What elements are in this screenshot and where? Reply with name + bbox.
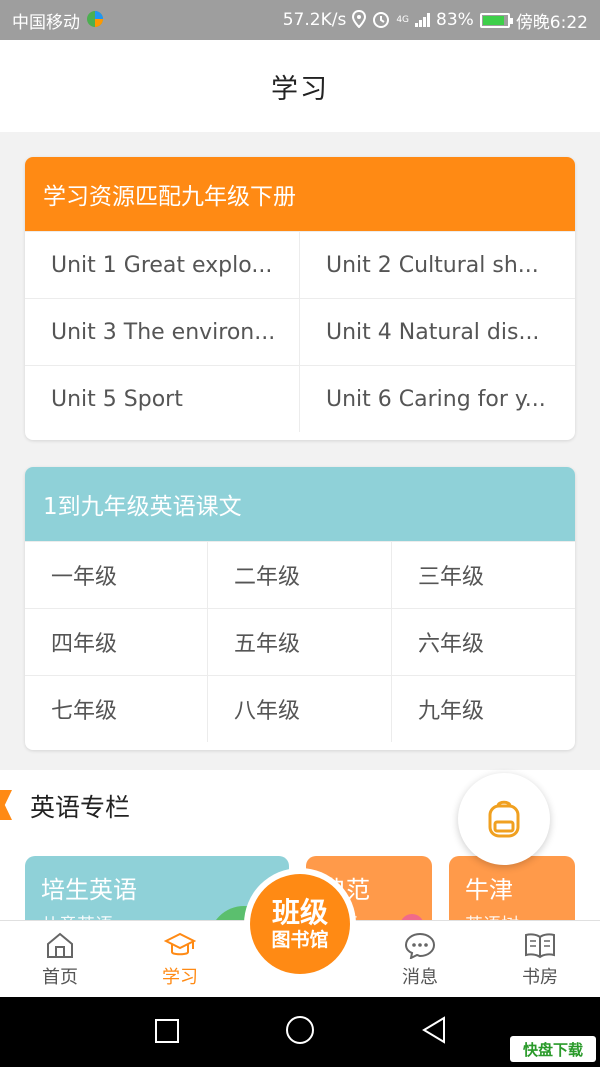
tile-subtitle: 英语树 — [465, 911, 559, 920]
nav-messages[interactable]: 消息 — [360, 921, 480, 998]
column-tile-oxford[interactable]: 牛津 英语树 — [449, 856, 575, 920]
chat-bubble-icon — [404, 932, 436, 959]
nav-label: 书房 — [522, 966, 558, 988]
grade-item[interactable]: 三年级 — [392, 541, 575, 608]
page-title: 学习 — [271, 73, 329, 105]
location-icon — [352, 9, 367, 31]
nav-label: 首页 — [42, 966, 78, 988]
grade-texts-title[interactable]: 1到九年级英语课文 — [25, 467, 575, 541]
nav-study[interactable]: 学习 — [120, 921, 240, 998]
unit-grid: Unit 1 Great explo... Unit 2 Cultural sh… — [25, 231, 575, 432]
grade-grid: 一年级 二年级 三年级 四年级 五年级 六年级 七年级 八年级 九年级 — [25, 541, 575, 742]
unit-resources-title[interactable]: 学习资源匹配九年级下册 — [25, 157, 575, 231]
status-bar: 中国移动 57.2K/s 4G 83% 傍晚6:22 — [0, 0, 600, 40]
tile-title: 牛津 — [465, 876, 513, 904]
library-label-line1: 班级 — [271, 896, 328, 929]
nav-bookroom[interactable]: 书房 — [480, 921, 600, 998]
network-type: 4G — [396, 14, 410, 25]
grade-texts-card: 1到九年级英语课文 一年级 二年级 三年级 四年级 五年级 六年级 七年级 八年… — [25, 467, 575, 750]
unit-resources-card: 学习资源匹配九年级下册 Unit 1 Great explo... Unit 2… — [25, 157, 575, 440]
unit-item[interactable]: Unit 4 Natural dis... — [300, 298, 575, 365]
battery-percent: 83% — [436, 10, 474, 30]
nav-home[interactable]: 首页 — [0, 921, 120, 998]
grade-item[interactable]: 七年级 — [25, 675, 208, 742]
unit-item[interactable]: Unit 3 The environ... — [25, 298, 300, 365]
tile-title: 培生英语 — [41, 876, 137, 904]
grade-item[interactable]: 五年级 — [208, 608, 392, 675]
unit-item[interactable]: Unit 2 Cultural sh... — [300, 231, 575, 298]
unit-item[interactable]: Unit 6 Caring for y... — [300, 365, 575, 432]
watermark-logo: 快盘下载 — [510, 1036, 596, 1062]
open-book-icon — [525, 932, 555, 958]
home-circle-icon[interactable] — [286, 1016, 314, 1044]
grade-item[interactable]: 八年级 — [208, 675, 392, 742]
grade-item[interactable]: 四年级 — [25, 608, 208, 675]
backpack-icon — [488, 800, 520, 838]
home-icon — [47, 932, 73, 958]
unit-item[interactable]: Unit 1 Great explo... — [25, 231, 300, 298]
carrier-label: 中国移动 — [12, 12, 80, 33]
back-triangle-icon[interactable] — [420, 1015, 448, 1049]
library-label-line2: 图书馆 — [271, 929, 329, 951]
recent-apps-icon[interactable] — [155, 1019, 179, 1043]
signal-icon — [415, 13, 431, 27]
alarm-icon — [372, 10, 390, 31]
unit-item[interactable]: Unit 5 Sport — [25, 365, 300, 432]
section-marker — [0, 790, 12, 820]
section-title: 英语专栏 — [30, 793, 131, 822]
grade-item[interactable]: 一年级 — [25, 541, 208, 608]
network-speed: 57.2K/s — [282, 10, 347, 30]
page-header: 学习 — [0, 40, 600, 132]
grade-item[interactable]: 二年级 — [208, 541, 392, 608]
graduation-cap-icon — [164, 932, 196, 955]
nav-label: 学习 — [162, 966, 198, 988]
grade-item[interactable]: 六年级 — [392, 608, 575, 675]
backpack-float-button[interactable] — [458, 773, 550, 865]
carrier-logo-icon — [86, 10, 104, 31]
class-library-button[interactable]: 班级 图书馆 — [244, 868, 356, 980]
battery-icon — [479, 12, 513, 28]
grade-item[interactable]: 九年级 — [392, 675, 575, 742]
clock: 傍晚6:22 — [515, 12, 588, 33]
nav-label: 消息 — [402, 966, 438, 988]
